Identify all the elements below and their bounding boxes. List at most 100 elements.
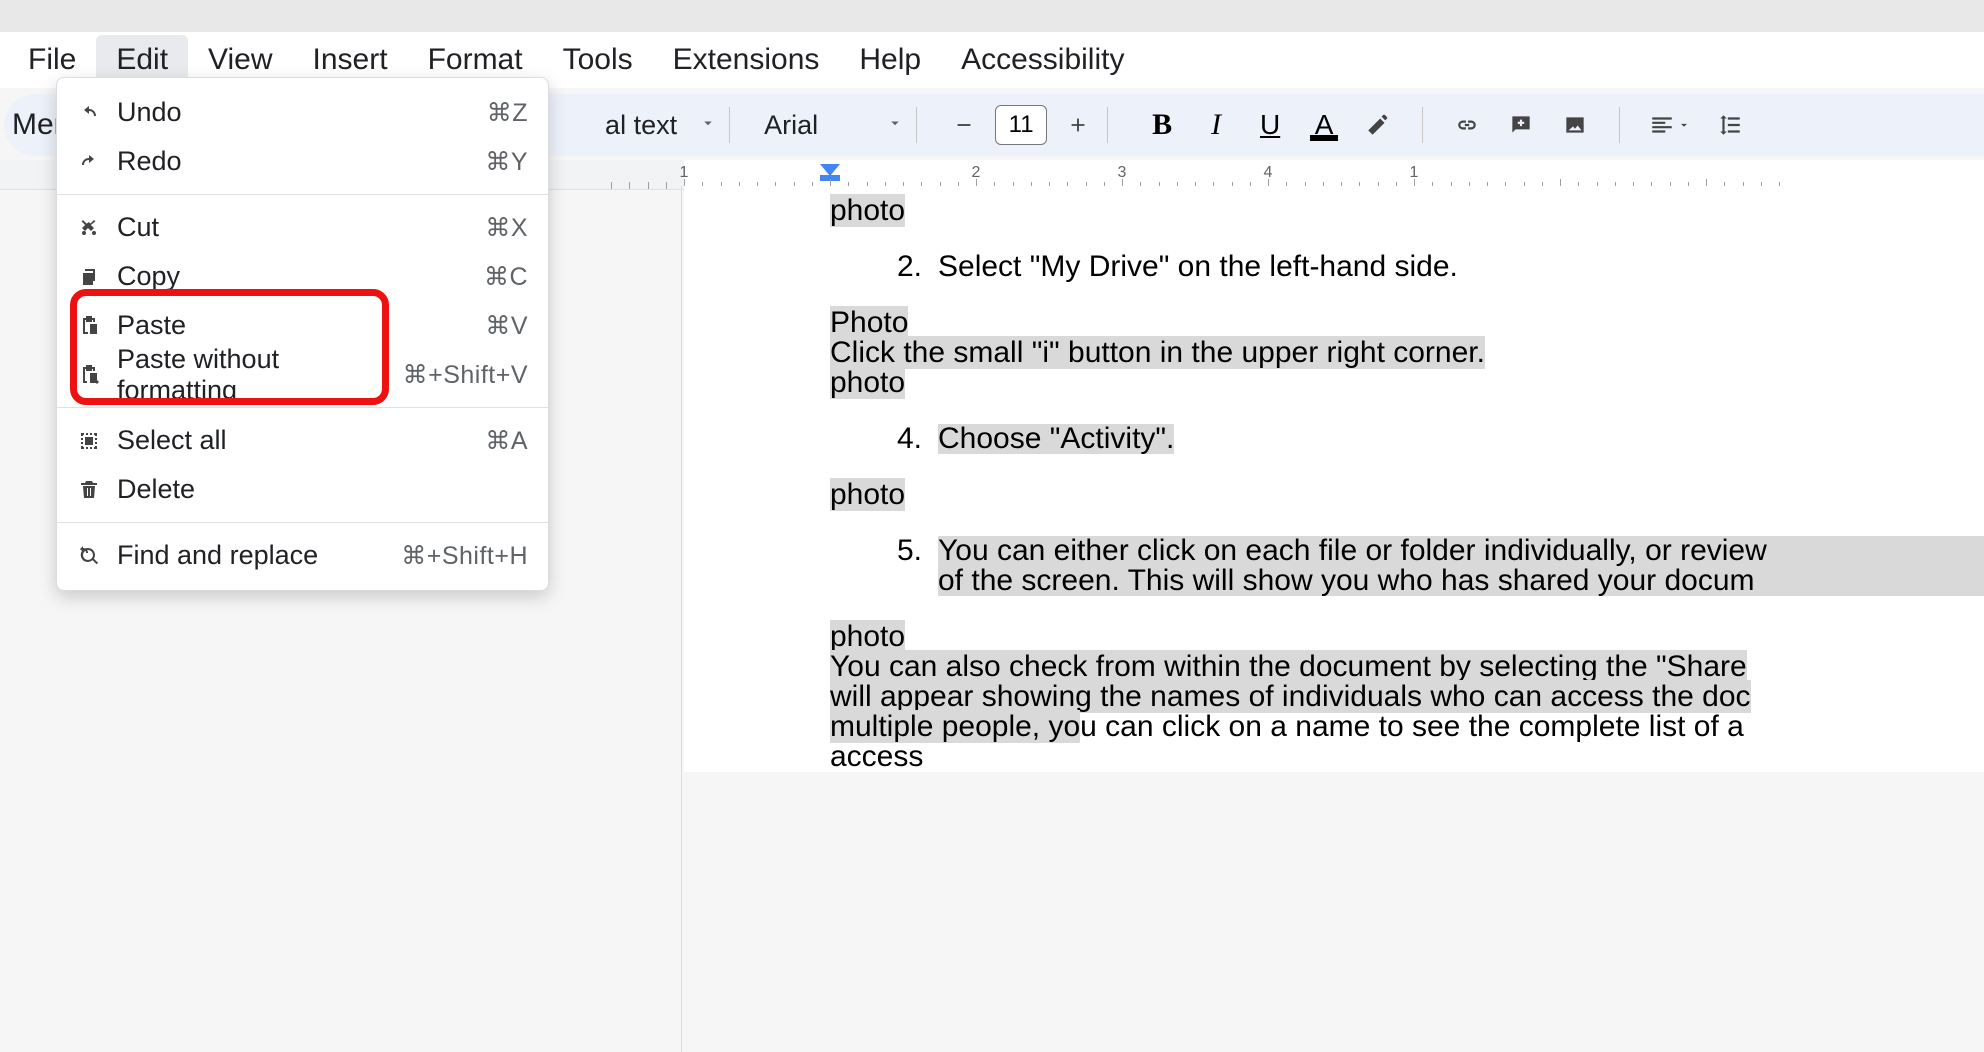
edit-paste-wf-shortcut: ⌘+Shift+V [403,360,528,390]
edit-find-replace-shortcut: ⌘+Shift+H [401,541,528,571]
align-icon [1649,112,1675,138]
edit-menu-dropdown: Undo ⌘Z Redo ⌘Y Cut ⌘X Copy ⌘C Paste ⌘V … [56,77,549,591]
edit-delete[interactable]: Delete [57,465,548,514]
toolbar-separator [729,107,730,143]
font-size-increase-button[interactable] [1061,108,1095,142]
caret-down-icon [886,114,904,137]
page-left-edge [681,186,682,1052]
edit-select-all[interactable]: Select all ⌘A [57,416,548,465]
doc-text: access [684,742,1984,772]
doc-text: Click the small "i" button in the upper … [684,338,1984,368]
menu-extensions[interactable]: Extensions [653,35,840,85]
italic-icon: I [1211,108,1221,142]
toolbar-separator [1107,107,1108,143]
redo-icon [77,150,101,174]
list-num: 2. [864,252,922,282]
bold-icon: B [1152,108,1172,142]
menu-help[interactable]: Help [839,35,941,85]
menu-separator [57,194,548,195]
edit-redo-label: Redo [117,146,485,177]
find-replace-icon [77,544,101,568]
text-color-button[interactable]: A [1302,103,1346,147]
font-family-dropdown[interactable]: Arial [764,110,904,141]
doc-list: 4. Choose "Activity". [684,424,1984,454]
toolbar-separator [1619,107,1620,143]
menu-separator [57,522,548,523]
line-spacing-icon [1717,112,1743,138]
paragraph-style-dropdown[interactable]: al text [605,110,717,141]
doc-text: photo [684,368,1984,398]
bold-button[interactable]: B [1140,103,1184,147]
highlighter-icon [1365,112,1391,138]
toolbar-separator [916,107,917,143]
edit-find-replace[interactable]: Find and replace ⌘+Shift+H [57,531,548,580]
font-size-group [947,105,1095,145]
insert-link-button[interactable] [1445,103,1489,147]
cut-icon [77,216,101,240]
edit-find-replace-label: Find and replace [117,540,401,571]
edit-paste-label: Paste [117,310,485,341]
edit-copy-label: Copy [117,261,484,292]
doc-text-line: You can either click on each file or fol… [938,536,1984,566]
list-num: 5. [864,536,922,596]
undo-icon [77,101,101,125]
doc-text: Photo [684,308,1984,338]
copy-icon [77,265,101,289]
link-icon [1454,112,1480,138]
select-all-icon [77,429,101,453]
doc-list: 2. Select "My Drive" on the left-hand si… [684,252,1984,282]
doc-list: 5. You can either click on each file or … [684,536,1984,596]
edit-copy[interactable]: Copy ⌘C [57,252,548,301]
insert-image-button[interactable] [1553,103,1597,147]
underline-button[interactable]: U [1248,103,1292,147]
edit-copy-shortcut: ⌘C [484,262,528,292]
edit-undo-label: Undo [117,97,487,128]
font-size-decrease-button[interactable] [947,108,981,142]
browser-chrome [0,0,1984,32]
edit-paste-shortcut: ⌘V [485,311,528,341]
document-page[interactable]: photo 2. Select "My Drive" on the left-h… [684,186,1984,772]
highlight-color-button[interactable] [1356,103,1400,147]
doc-text: photo [684,622,1984,652]
list-text: Choose "Activity". [938,424,1174,454]
text-color-swatch [1310,135,1338,141]
doc-text-line: of the screen. This will show you who ha… [938,566,1984,596]
list-item: 4. Choose "Activity". [684,424,1984,454]
menu-accessibility[interactable]: Accessibility [941,35,1144,85]
trash-icon [77,478,101,502]
italic-button[interactable]: I [1194,103,1238,147]
edit-paste-without-formatting[interactable]: Paste without formatting ⌘+Shift+V [57,350,548,399]
list-item: 2. Select "My Drive" on the left-hand si… [684,252,1984,282]
edit-undo-shortcut: ⌘Z [487,98,528,128]
edit-redo[interactable]: Redo ⌘Y [57,137,548,186]
paragraph-style-label: al text [605,110,677,141]
list-text: Select "My Drive" on the left-hand side. [938,252,1458,282]
list-text: You can either click on each file or fol… [938,536,1984,596]
edit-redo-shortcut: ⌘Y [485,147,528,177]
doc-text: You can also check from within the docum… [684,652,1984,682]
list-num: 4. [864,424,922,454]
add-comment-button[interactable] [1499,103,1543,147]
doc-text: photo [684,196,1984,226]
image-icon [1562,112,1588,138]
edit-delete-label: Delete [117,474,528,505]
edit-cut[interactable]: Cut ⌘X [57,203,548,252]
caret-down-icon [1677,118,1691,132]
doc-text: will appear showing the names of individ… [684,682,1984,712]
toolbar-separator [1422,107,1423,143]
menu-separator [57,407,548,408]
align-dropdown[interactable] [1642,103,1698,147]
list-item: 5. You can either click on each file or … [684,536,1984,596]
doc-text: multiple people, you can click on a name… [684,712,1984,742]
font-family-label: Arial [764,110,818,141]
doc-text: photo [684,480,1984,510]
menu-tools[interactable]: Tools [543,35,653,85]
underline-icon: U [1260,109,1280,141]
caret-down-icon [699,114,717,137]
font-size-input[interactable] [995,105,1047,145]
paste-icon [77,314,101,338]
edit-cut-label: Cut [117,212,485,243]
edit-undo[interactable]: Undo ⌘Z [57,88,548,137]
line-spacing-button[interactable] [1708,103,1752,147]
paste-plain-icon [77,363,101,387]
